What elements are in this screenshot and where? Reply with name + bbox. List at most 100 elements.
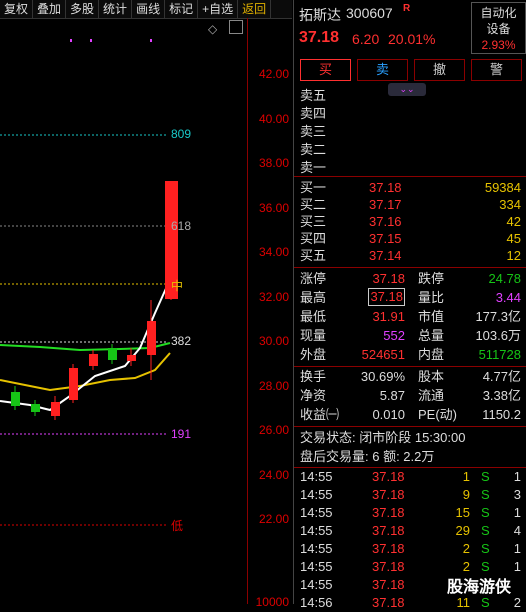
toolbar-add-watchlist-button[interactable]: +自选 — [198, 0, 239, 18]
price-tick: 36.00 — [258, 201, 289, 215]
stock-change-pct: 20.01% — [388, 31, 436, 47]
buy-button[interactable]: 买 — [300, 59, 351, 81]
diamond-icon[interactable]: ◇ — [208, 22, 217, 36]
divider — [294, 267, 526, 268]
stat-row: 现量 552 总量 103.6万 — [294, 326, 526, 345]
price-tick: 24.00 — [258, 468, 289, 482]
toolbar-back-button[interactable]: 返回 — [238, 0, 272, 18]
sell-button[interactable]: 卖 — [357, 59, 408, 81]
price-tick: 22.00 — [258, 512, 289, 526]
ask-label: 卖五 — [300, 88, 327, 103]
tick-volume: 2 — [462, 541, 470, 556]
tick-price: 37.18 — [372, 469, 405, 484]
tick-time: 14:56 — [300, 595, 333, 610]
tick-count: 1 — [513, 469, 521, 484]
cancel-order-button[interactable]: 撤 — [414, 59, 465, 81]
volume-tick: 10000 — [255, 595, 289, 609]
stat-label: 现量 — [300, 328, 327, 343]
close-box-icon[interactable] — [229, 20, 243, 34]
toolbar-overlay-button[interactable]: 叠加 — [33, 0, 67, 18]
stat-label: 总量 — [418, 328, 445, 343]
candles — [11, 181, 178, 420]
top-marker — [90, 39, 92, 42]
stat-row: 换手 30.69% 股本 4.77亿 — [294, 367, 526, 386]
tick-row: 14:55 37.18 29 S 4 — [294, 521, 526, 540]
fib-191-label: 191 — [171, 427, 192, 441]
stat-value: 24.78 — [488, 271, 521, 286]
tick-time: 14:55 — [300, 487, 333, 502]
toolbar-fuquan-button[interactable]: 复权 — [0, 0, 34, 18]
alert-button[interactable]: 警 — [471, 59, 522, 81]
sector-box[interactable]: 自动化设备 2.93% — [471, 2, 526, 54]
tick-price: 37.18 — [372, 523, 405, 538]
stat-value: 103.6万 — [475, 328, 521, 343]
after-hours-volume: 盘后交易量: 6 额: 2.2万 — [300, 449, 435, 464]
candle — [69, 368, 78, 400]
stat-value: 37.18 — [372, 271, 405, 286]
tick-time: 14:55 — [300, 469, 333, 484]
price-tick: 38.00 — [258, 156, 289, 170]
tick-time: 14:55 — [300, 523, 333, 538]
stat-label: 换手 — [300, 369, 327, 384]
stat-row: 净资 5.87 流通 3.38亿 — [294, 386, 526, 405]
stock-code: 300607 — [346, 5, 393, 21]
kline-chart-pane[interactable]: 复权 叠加 多股 统计 画线 标记 +自选 返回 809 618 中 382 1… — [0, 0, 292, 609]
candle — [147, 321, 156, 355]
stock-flag: R — [403, 3, 411, 14]
tick-price: 37.18 — [372, 577, 405, 592]
price-tick: 28.00 — [258, 379, 289, 393]
tick-row: 14:55 37.18 2 S 1 — [294, 539, 526, 558]
tick-time: 14:55 — [300, 505, 333, 520]
tick-count: 1 — [513, 505, 521, 520]
stat-label: 净资 — [300, 388, 327, 403]
ask-row: 卖五 — [294, 86, 526, 105]
ask-row: 卖二 — [294, 140, 526, 159]
tick-time: 14:55 — [300, 559, 333, 574]
candle — [89, 354, 98, 366]
kline-canvas[interactable] — [0, 18, 247, 604]
tick-side: S — [481, 523, 490, 538]
toolbar-draw-line-button[interactable]: 画线 — [132, 0, 166, 18]
sector-pct: 2.93% — [481, 38, 516, 52]
tick-price: 37.18 — [372, 541, 405, 556]
quote-panel: 拓斯达 300607 R 37.18 6.20 20.01% 自动化设备 2.9… — [293, 0, 526, 610]
toolbar-stats-button[interactable]: 统计 — [99, 0, 133, 18]
ask-label: 卖三 — [300, 124, 327, 139]
stat-value: 552 — [383, 328, 405, 343]
candle — [127, 355, 136, 361]
stat-value: 524651 — [361, 347, 405, 362]
toolbar-mark-button[interactable]: 标记 — [165, 0, 199, 18]
tick-count: 3 — [513, 487, 521, 502]
stat-row: 最高 37.18 量比 3.44 — [294, 288, 526, 307]
tick-time: 14:55 — [300, 577, 333, 592]
stat-label: 量比 — [418, 290, 445, 305]
chart-toolbar: 复权 叠加 多股 统计 画线 标记 +自选 返回 — [0, 0, 292, 19]
stat-value: 511728 — [478, 347, 521, 362]
stat-value: 3.44 — [495, 290, 521, 305]
stat-label: 最低 — [300, 309, 327, 324]
stat-value: 3.38亿 — [482, 388, 521, 403]
tick-side: S — [481, 505, 490, 520]
mid-label: 中 — [171, 279, 184, 293]
ask-row: 卖三 — [294, 122, 526, 141]
fib-809-label: 809 — [171, 127, 192, 141]
ma-green-line — [0, 342, 171, 352]
tick-side: S — [481, 541, 490, 556]
ask-row: 卖一 — [294, 158, 526, 177]
toolbar-multi-stock-button[interactable]: 多股 — [66, 0, 100, 18]
tick-row: 14:55 37.18 15 S 1 — [294, 503, 526, 522]
bid-row[interactable]: 买五 37.14 12 — [294, 246, 526, 265]
watermark: 股海游侠 — [444, 573, 515, 597]
stat-row: 涨停 37.18 跌停 24.78 — [294, 269, 526, 288]
stat-label: 股本 — [418, 369, 445, 384]
stat-value: 4.77亿 — [482, 369, 521, 384]
stat-value: 1150.2 — [482, 407, 521, 422]
stat-label: 市值 — [418, 309, 445, 324]
tick-price: 37.18 — [372, 559, 405, 574]
candle — [31, 404, 40, 412]
tick-count: 1 — [513, 559, 521, 574]
tick-row: 14:55 37.18 9 S 3 — [294, 485, 526, 504]
bid-volume: 12 — [506, 248, 521, 263]
top-marker — [70, 39, 72, 42]
tick-price: 37.18 — [372, 487, 405, 502]
